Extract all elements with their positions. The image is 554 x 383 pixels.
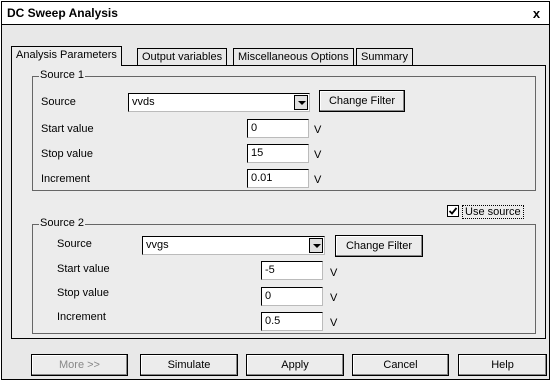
tab-summary[interactable]: Summary — [356, 48, 414, 66]
tab-panel: Source 1 Source vvds Change Filter Start… — [11, 65, 546, 339]
tab-analysis-parameters[interactable]: Analysis Parameters — [11, 46, 122, 66]
dialog-window: DC Sweep Analysis x Analysis Parameters … — [1, 1, 550, 380]
source2-increment-field[interactable]: 0.5 — [261, 312, 323, 331]
source1-increment-unit: V — [314, 174, 322, 186]
source2-change-filter-button[interactable]: Change Filter — [335, 235, 423, 257]
source2-source-select[interactable]: vvgs — [142, 236, 325, 255]
source1-source-value: vvds — [132, 96, 155, 108]
checkmark-icon — [448, 207, 458, 215]
source2-group: Source 2 Source vvgs Change Filter Start… — [32, 217, 536, 334]
source1-stop-unit: V — [314, 149, 322, 161]
source2-stop-label: Stop value — [57, 287, 109, 299]
use-source-checkbox[interactable] — [447, 205, 459, 217]
source1-start-field[interactable]: 0 — [247, 119, 309, 138]
help-button[interactable]: Help — [458, 354, 547, 376]
chevron-down-icon[interactable] — [309, 238, 323, 253]
cancel-button[interactable]: Cancel — [352, 354, 449, 376]
source2-source-label: Source — [57, 238, 92, 250]
source2-source-value: vvgs — [146, 239, 169, 251]
tab-miscellaneous-options[interactable]: Miscellaneous Options — [233, 48, 354, 66]
window-title: DC Sweep Analysis — [7, 6, 118, 20]
source1-stop-label: Stop value — [41, 148, 93, 160]
source2-stop-unit: V — [330, 292, 338, 304]
close-icon[interactable]: x — [530, 7, 543, 20]
source2-group-label: Source 2 — [39, 217, 86, 229]
source2-start-label: Start value — [57, 263, 110, 275]
apply-button[interactable]: Apply — [246, 354, 344, 376]
tab-output-variables[interactable]: Output variables — [137, 48, 228, 66]
source1-change-filter-button[interactable]: Change Filter — [319, 90, 405, 112]
source2-start-unit: V — [330, 267, 338, 279]
source1-source-label: Source — [41, 96, 76, 108]
source1-increment-field[interactable]: 0.01 — [247, 169, 309, 188]
more-button[interactable]: More >> — [31, 354, 128, 376]
source2-increment-unit: V — [330, 317, 338, 329]
source1-group: Source 1 Source vvds Change Filter Start… — [32, 69, 536, 191]
source1-increment-label: Increment — [41, 173, 90, 185]
source1-start-label: Start value — [41, 123, 94, 135]
title-bar: DC Sweep Analysis x — [2, 2, 549, 25]
source2-stop-field[interactable]: 0 — [261, 287, 323, 306]
use-source-label[interactable]: Use source — [462, 205, 524, 219]
source1-source-select[interactable]: vvds — [128, 93, 310, 112]
chevron-down-icon[interactable] — [294, 95, 308, 110]
simulate-button[interactable]: Simulate — [140, 354, 238, 376]
source2-start-field[interactable]: -5 — [261, 261, 323, 280]
source1-group-label: Source 1 — [39, 69, 86, 81]
source1-stop-field[interactable]: 15 — [247, 144, 309, 163]
source1-start-unit: V — [314, 124, 322, 136]
source2-increment-label: Increment — [57, 311, 106, 323]
